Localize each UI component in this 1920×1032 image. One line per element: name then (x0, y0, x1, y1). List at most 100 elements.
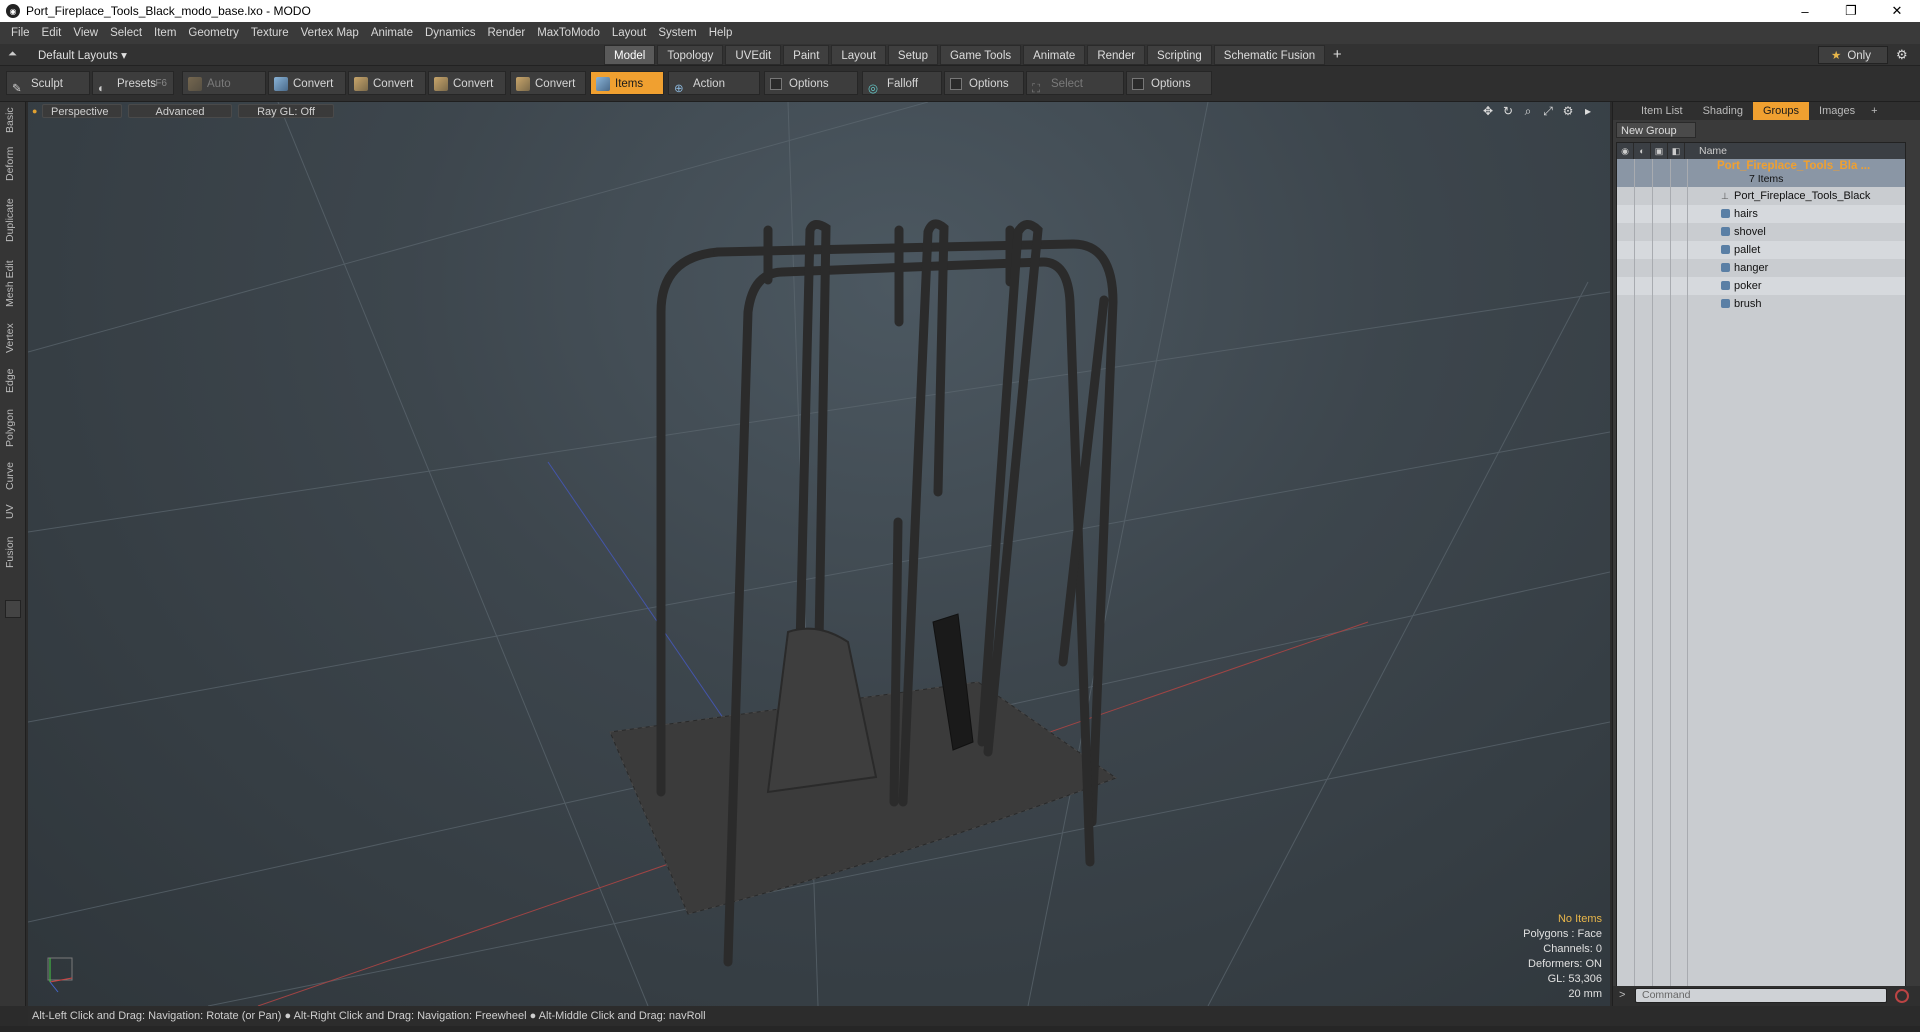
tab-paint[interactable]: Paint (783, 45, 830, 65)
add-panel-tab-button[interactable]: + (1865, 102, 1883, 120)
options-checkbox[interactable] (770, 78, 782, 90)
tab-schematic-fusion[interactable]: Schematic Fusion (1213, 45, 1326, 65)
menu-animate[interactable]: Animate (371, 27, 413, 39)
viewport-menu-icon[interactable]: ● (32, 104, 42, 118)
visibility-column-icon[interactable]: ◉ (1617, 143, 1634, 159)
gear-icon[interactable]: ⚙ (1896, 47, 1912, 63)
maximize-button[interactable]: ❐ (1828, 0, 1874, 22)
auto-select-button[interactable]: Auto Select (182, 71, 266, 114)
items-mode-button[interactable]: Items (590, 71, 664, 95)
vtab-basic[interactable]: Basic (4, 106, 22, 134)
name-column-header[interactable]: Name (1685, 143, 1727, 159)
vtab-duplicate[interactable]: Duplicate (4, 194, 22, 246)
select-through-button[interactable]: ⛶Select Through (1026, 71, 1124, 114)
sculpt-button[interactable]: ✎ Sculpt (6, 71, 90, 95)
command-expand-icon[interactable]: > (1619, 989, 1625, 1001)
vtab-curve[interactable]: Curve (4, 460, 22, 492)
vtab-deform[interactable]: Deform (4, 146, 22, 182)
command-input[interactable]: Command (1635, 988, 1887, 1003)
tab-game-tools[interactable]: Game Tools (939, 45, 1022, 65)
options-button-1[interactable]: Options (764, 71, 858, 95)
record-macro-icon[interactable] (1895, 989, 1909, 1003)
menu-geometry[interactable]: Geometry (188, 27, 239, 39)
vtab-mesh-edit[interactable]: Mesh Edit (4, 258, 22, 310)
add-tab-button[interactable]: + (1327, 45, 1347, 65)
modo-logo-icon: ◉ (6, 4, 20, 18)
locator-icon: ⊥ (1721, 191, 1729, 201)
vtab-vertex[interactable]: Vertex (4, 320, 22, 356)
action-center-button[interactable]: ⊕Action Center (668, 71, 760, 114)
list-item[interactable]: brush (1617, 295, 1905, 313)
view-type-dropdown[interactable]: Perspective (42, 104, 122, 118)
zoom-view-icon[interactable]: ⌕ (1518, 104, 1538, 119)
tab-groups[interactable]: Groups (1752, 102, 1810, 120)
options-checkbox[interactable] (950, 78, 962, 90)
fit-view-icon[interactable]: ⤢ (1538, 104, 1558, 119)
list-item[interactable]: pallet (1617, 241, 1905, 259)
options-button-3[interactable]: Options (1126, 71, 1212, 95)
menu-view[interactable]: View (73, 27, 98, 39)
tab-animate[interactable]: Animate (1023, 45, 1086, 65)
list-item[interactable]: ⊥ Port_Fireplace_Tools_Black (1617, 187, 1905, 205)
menu-layout[interactable]: Layout (612, 27, 647, 39)
layout-selector[interactable]: Default Layouts ▾ (38, 48, 127, 62)
only-toggle[interactable]: ★ Only (1818, 46, 1888, 64)
status-bar: Alt-Left Click and Drag: Navigation: Rot… (28, 1006, 1610, 1026)
tab-item-list[interactable]: Item List (1631, 102, 1693, 120)
falloff-button[interactable]: ◎ Falloff (862, 71, 942, 95)
tab-shading[interactable]: Shading (1693, 102, 1753, 120)
tab-uvedit[interactable]: UVEdit (725, 45, 782, 65)
lock-column-icon[interactable]: ▣ (1651, 143, 1668, 159)
list-item[interactable]: shovel (1617, 223, 1905, 241)
menu-vertex-map[interactable]: Vertex Map (301, 27, 359, 39)
rotate-view-icon[interactable]: ↻ (1498, 104, 1518, 119)
close-button[interactable]: ✕ (1874, 0, 1920, 22)
render-column-icon[interactable]: ◐ (1634, 143, 1651, 159)
tab-render[interactable]: Render (1087, 45, 1146, 65)
convert-button-1[interactable]: Convert (268, 71, 346, 95)
vtab-fusion[interactable]: Fusion (4, 532, 22, 572)
expand-arrow-icon[interactable]: ▸ (1578, 104, 1598, 119)
tab-setup[interactable]: Setup (887, 45, 938, 65)
raygl-toggle[interactable]: Ray GL: Off (238, 104, 334, 118)
presets-button[interactable]: ◐ Presets F6 (92, 71, 174, 95)
viewport-nav-tools: ✥ ↻ ⌕ ⤢ ⚙ ▸ (1478, 104, 1598, 119)
tab-images[interactable]: Images (1809, 102, 1865, 120)
vtab-uv[interactable]: UV (4, 502, 22, 522)
convert-button-4[interactable]: Convert (510, 71, 586, 95)
list-item[interactable]: poker (1617, 277, 1905, 295)
strip-toggle-button[interactable] (5, 600, 21, 618)
group-row[interactable]: Port_Fireplace_Tools_Bla ... 7 Items (1617, 159, 1905, 187)
menu-edit[interactable]: Edit (42, 27, 62, 39)
move-view-icon[interactable]: ✥ (1478, 104, 1498, 119)
tab-layout[interactable]: Layout (831, 45, 886, 65)
convert-button-2[interactable]: Convert (348, 71, 426, 95)
tab-model[interactable]: Model (604, 45, 656, 65)
3d-viewport[interactable]: ● Perspective Advanced Ray GL: Off ✥ ↻ ⌕… (28, 102, 1610, 1006)
shading-mode-dropdown[interactable]: Advanced (128, 104, 232, 118)
convert-button-3[interactable]: Convert (428, 71, 506, 95)
menu-file[interactable]: File (11, 27, 30, 39)
options-button-2[interactable]: Options (944, 71, 1024, 95)
list-item[interactable]: hanger (1617, 259, 1905, 277)
falloff-icon: ◎ (868, 83, 879, 95)
view-settings-icon[interactable]: ⚙ (1558, 104, 1578, 119)
menu-dynamics[interactable]: Dynamics (425, 27, 475, 39)
menu-item[interactable]: Item (154, 27, 176, 39)
menu-system[interactable]: System (658, 27, 696, 39)
menu-texture[interactable]: Texture (251, 27, 289, 39)
list-item[interactable]: hairs (1617, 205, 1905, 223)
select-column-icon[interactable]: ◧ (1668, 143, 1685, 159)
new-group-button[interactable]: New Group (1616, 122, 1696, 138)
layout-toggle-icon[interactable]: ⏶ (8, 48, 22, 62)
tab-scripting[interactable]: Scripting (1147, 45, 1212, 65)
vtab-polygon[interactable]: Polygon (4, 406, 22, 450)
menu-select[interactable]: Select (110, 27, 142, 39)
vtab-edge[interactable]: Edge (4, 366, 22, 396)
menu-help[interactable]: Help (709, 27, 733, 39)
options-checkbox[interactable] (1132, 78, 1144, 90)
minimize-button[interactable]: – (1782, 0, 1828, 22)
menu-maxtomodo[interactable]: MaxToModo (537, 27, 600, 39)
menu-render[interactable]: Render (487, 27, 525, 39)
tab-topology[interactable]: Topology (657, 45, 724, 65)
